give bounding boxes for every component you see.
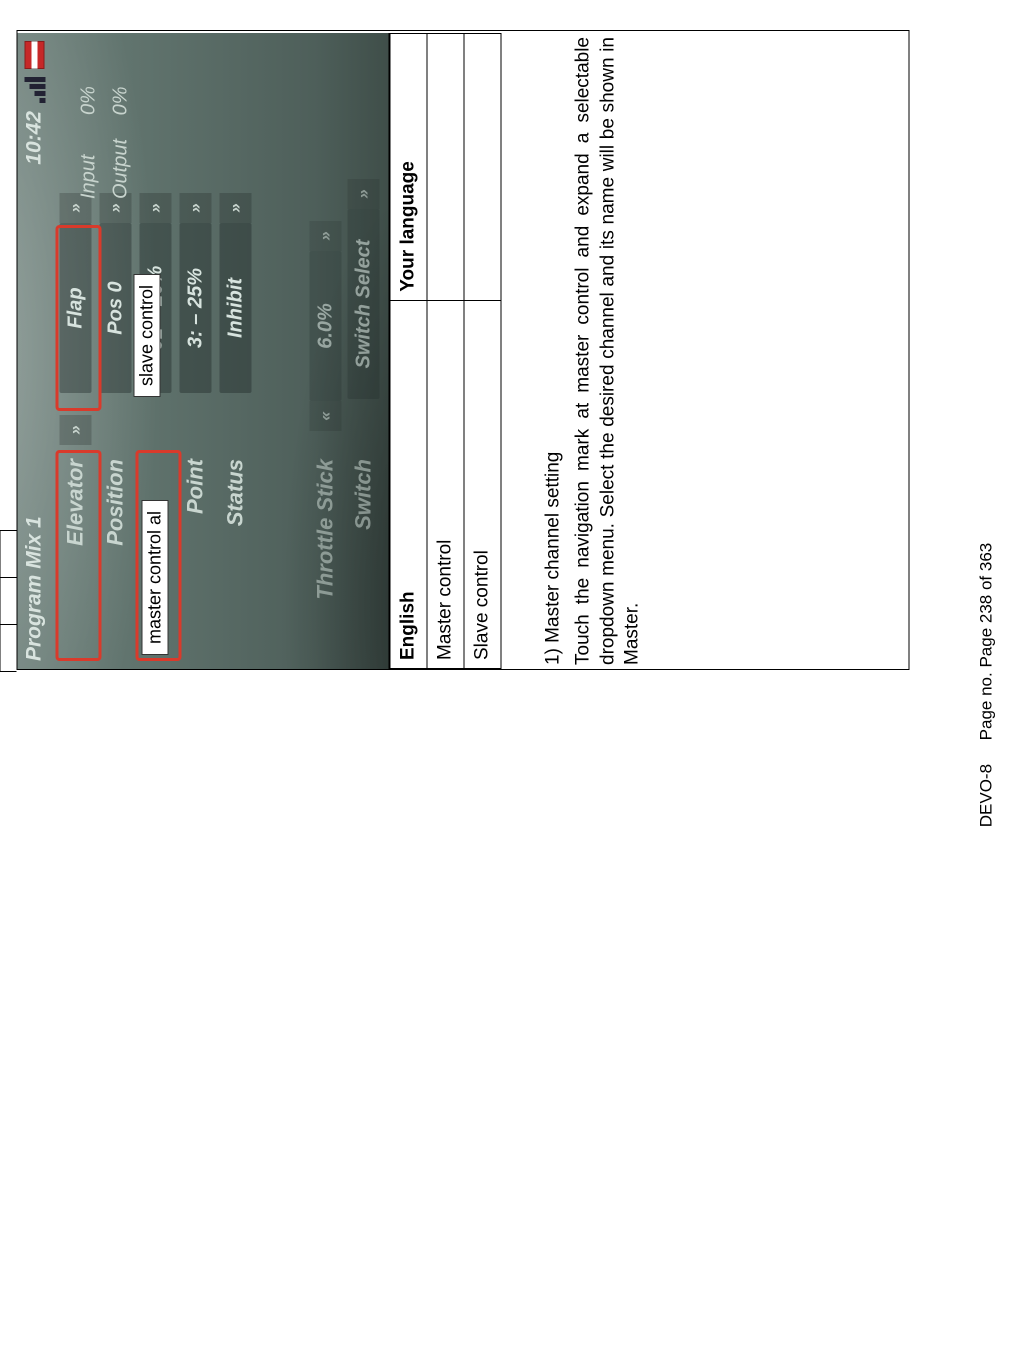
switch-label: Switch (351, 445, 377, 659)
chevron-right-icon[interactable]: » (180, 193, 212, 223)
status-value[interactable]: Inhibit (220, 223, 252, 393)
input-value: 0% (78, 86, 100, 115)
chevron-right-icon[interactable]: » (60, 415, 92, 445)
slave-callout: slave control (134, 274, 161, 397)
your-language-row-2[interactable] (464, 34, 501, 301)
point-value[interactable]: 3: – 25% (180, 223, 212, 393)
page-footer: DEVO-8 Page no. Page 238 of 363 (977, 0, 997, 1370)
english-row-2: Slave control (464, 300, 501, 668)
chevron-left-icon[interactable]: « (310, 401, 342, 431)
device-screenshot: Program Mix 1 10:42 Elevator » Flap » (18, 33, 390, 669)
header-tabs (0, 530, 17, 671)
output-value: 0% (110, 86, 132, 115)
chevron-right-icon[interactable]: » (348, 179, 380, 209)
throttle-stick-value[interactable]: 6.0% (310, 251, 342, 401)
throttle-stick-label: Throttle Stick (313, 445, 339, 659)
footer-left: DEVO-8 (977, 764, 996, 827)
footer-right: Page no. Page 238 of 363 (977, 543, 996, 741)
switch-value[interactable]: Switch Select (348, 209, 380, 399)
point-label: Point (183, 445, 209, 659)
chevron-right-icon[interactable]: » (220, 193, 252, 223)
page-cell: Program Mix 1 10:42 Elevator » Flap » (17, 30, 910, 670)
master-highlight (56, 450, 102, 661)
chevron-right-icon[interactable]: » (310, 221, 342, 251)
your-language-header: Your language (390, 34, 427, 301)
english-header: English (390, 300, 427, 668)
translation-table: English Your language Master control Sla… (390, 33, 502, 669)
master-value-highlight (56, 225, 102, 411)
screen-title: Program Mix 1 (23, 516, 47, 661)
section-para: Touch the navigation mark at master cont… (572, 33, 645, 669)
chevron-right-icon[interactable]: » (140, 193, 172, 223)
output-label: Output (110, 139, 132, 199)
flag-icon (25, 41, 45, 69)
status-label: Status (223, 445, 249, 659)
english-row-1: Master control (427, 300, 464, 668)
input-label: Input (78, 155, 100, 199)
signal-icon (24, 77, 45, 103)
position-value[interactable]: Pos 0 (100, 223, 132, 393)
clock: 10:42 (23, 111, 47, 165)
master-callout: master control al (142, 500, 169, 655)
body-text: 1) Master channel setting Touch the navi… (526, 33, 651, 669)
position-label: Position (103, 445, 129, 659)
section-heading: 1) Master channel setting (542, 33, 566, 669)
your-language-row-1[interactable] (427, 34, 464, 301)
